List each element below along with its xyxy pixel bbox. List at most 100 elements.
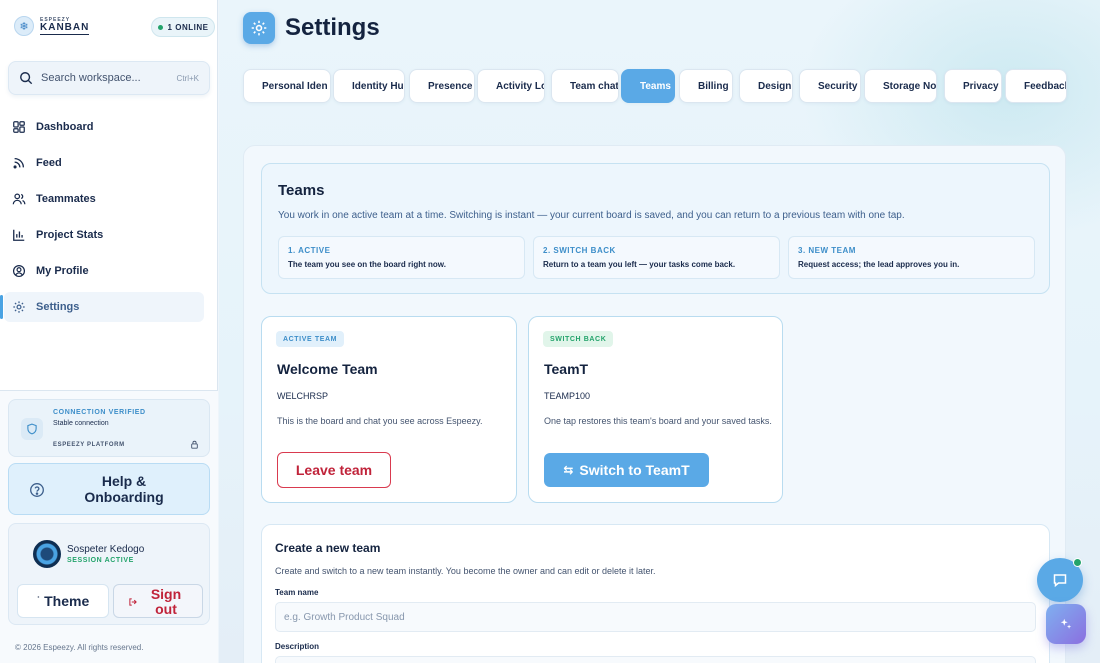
connection-title: CONNECTION VERIFIED	[53, 409, 146, 416]
rss-icon	[13, 157, 25, 169]
search-input[interactable]	[41, 72, 161, 84]
active-team-card: ACTIVE TEAM Welcome Team WELCHRSP This i…	[261, 316, 517, 503]
brand[interactable]: ❄ ESPEEZY KANBAN	[14, 16, 90, 36]
sidebar-item-label: Settings	[36, 301, 80, 313]
sidebar-item-settings[interactable]: Settings	[0, 292, 204, 322]
switch-team-label: Switch to TeamT	[579, 462, 690, 478]
page-header: Settings	[243, 12, 380, 44]
tab-feedback[interactable]: Feedback	[1005, 69, 1067, 103]
lock-icon	[191, 440, 198, 449]
online-dot-icon	[157, 24, 163, 30]
tab-storage-node[interactable]: Storage Nod	[864, 69, 937, 103]
switch-back-badge: SWITCH BACK	[543, 331, 614, 347]
search-box[interactable]: Ctrl+K	[8, 61, 210, 95]
sidebar-item-teammates[interactable]: Teammates	[4, 184, 204, 214]
step-new-team: 3. NEW TEAM Request access; the lead app…	[788, 236, 1035, 279]
tab-presence[interactable]: Presence	[409, 69, 475, 103]
help-label: Help & Onboarding	[84, 473, 164, 505]
sidebar-item-label: Teammates	[36, 193, 96, 205]
step-label: 3. NEW TEAM	[798, 246, 856, 255]
sign-out-button[interactable]: Sign out	[113, 584, 203, 618]
settings-gear-icon	[243, 12, 275, 44]
help-onboarding-button[interactable]: Help & Onboarding	[8, 463, 210, 515]
team-description: This is the board and chat you see acros…	[277, 416, 483, 426]
connection-card: CONNECTION VERIFIED Stable connection ES…	[8, 399, 210, 457]
step-label: 2. SWITCH BACK	[543, 246, 616, 255]
avatar[interactable]	[33, 540, 61, 568]
team-name-input[interactable]	[275, 602, 1036, 632]
step-text: Request access; the lead approves you in…	[798, 260, 960, 269]
sparkle-icon	[1060, 618, 1072, 629]
sign-out-label: Sign out	[150, 586, 182, 617]
online-status-badge: 1 ONLINE	[151, 17, 215, 37]
users-icon	[12, 193, 26, 205]
swap-arrows-icon: ⇆	[563, 463, 574, 477]
theme-button[interactable]: ˙ Theme	[17, 584, 109, 618]
leave-team-button[interactable]: Leave team	[277, 452, 391, 488]
tab-security[interactable]: Security	[799, 69, 861, 103]
help-icon	[30, 483, 44, 497]
sidebar-item-label: Feed	[36, 157, 62, 169]
shield-icon	[21, 418, 43, 440]
bar-chart-icon	[13, 229, 25, 241]
tab-personal-identity[interactable]: Personal Iden	[243, 69, 331, 103]
assistant-button[interactable]	[1046, 604, 1086, 644]
switch-team-button[interactable]: ⇆ Switch to TeamT	[544, 453, 709, 487]
sidebar-footer: CONNECTION VERIFIED Stable connection ES…	[0, 390, 218, 663]
sidebar-item-label: Project Stats	[36, 229, 104, 241]
tab-teams[interactable]: Teams	[621, 69, 675, 103]
teams-description: You work in one active team at a time. S…	[278, 210, 905, 221]
logout-icon	[129, 598, 137, 606]
sidebar-item-my-profile[interactable]: My Profile	[4, 256, 204, 286]
step-label: 1. ACTIVE	[288, 246, 331, 255]
teams-heading: Teams	[278, 182, 325, 199]
tab-identity-hub[interactable]: Identity Hu	[333, 69, 405, 103]
user-circle-icon	[12, 264, 26, 278]
tab-privacy[interactable]: Privacy	[944, 69, 1002, 103]
brand-name: KANBAN	[40, 21, 90, 35]
main-content: Settings Personal Iden Identity Hu Prese…	[219, 0, 1100, 663]
theme-label: Theme	[44, 593, 90, 609]
team-name: TeamT	[544, 361, 589, 377]
chat-bubble-icon	[1053, 574, 1067, 588]
sidebar-item-feed[interactable]: Feed	[4, 148, 204, 178]
sidebar: ❄ ESPEEZY KANBAN 1 ONLINE Ctrl+K Dashboa…	[0, 0, 218, 663]
tab-design[interactable]: Design	[739, 69, 793, 103]
page-title: Settings	[285, 14, 380, 41]
team-description: One tap restores this team's board and y…	[544, 416, 772, 426]
tab-team-chat[interactable]: Team chat	[551, 69, 619, 103]
tab-activity-log[interactable]: Activity Log	[477, 69, 545, 103]
copyright: © 2026 Espeezy. All rights reserved.	[15, 643, 144, 652]
step-active: 1. ACTIVE The team you see on the board …	[278, 236, 525, 279]
chat-online-dot-icon	[1073, 558, 1082, 567]
description-input[interactable]	[275, 656, 1036, 663]
theme-icon: ˙	[36, 595, 41, 607]
active-team-badge: ACTIVE TEAM	[276, 331, 345, 347]
sidebar-item-project-stats[interactable]: Project Stats	[4, 220, 204, 250]
teams-panel: Teams You work in one active team at a t…	[243, 145, 1066, 663]
step-text: The team you see on the board right now.	[288, 260, 446, 269]
search-shortcut: Ctrl+K	[176, 73, 199, 83]
team-code: WELCHRSP	[277, 391, 329, 401]
gear-icon	[13, 301, 25, 313]
search-icon	[20, 72, 33, 85]
sidebar-item-label: My Profile	[36, 265, 89, 277]
connection-subtitle: Stable connection	[53, 420, 109, 427]
team-code: TEAMP100	[544, 391, 591, 401]
step-switch-back: 2. SWITCH BACK Return to a team you left…	[533, 236, 780, 279]
create-team-subtitle: Create and switch to a new team instantl…	[275, 566, 656, 576]
snowflake-icon: ❄	[14, 16, 34, 36]
create-team-title: Create a new team	[275, 541, 381, 555]
dashboard-icon	[13, 121, 25, 133]
connection-platform: ESPEEZY PLATFORM	[53, 442, 125, 448]
teams-intro-card: Teams You work in one active team at a t…	[261, 163, 1050, 294]
online-count: 1 ONLINE	[167, 22, 209, 32]
user-name: Sospeter Kedogo	[67, 544, 145, 555]
tab-billing[interactable]: Billing	[679, 69, 733, 103]
team-name-label: Team name	[275, 588, 319, 597]
team-name: Welcome Team	[277, 361, 378, 377]
sidebar-nav: Dashboard Feed Teammates Project Stats M…	[0, 112, 218, 328]
create-team-card: Create a new team Create and switch to a…	[261, 524, 1050, 663]
switch-team-card: SWITCH BACK TeamT TEAMP100 One tap resto…	[528, 316, 783, 503]
sidebar-item-dashboard[interactable]: Dashboard	[4, 112, 204, 142]
